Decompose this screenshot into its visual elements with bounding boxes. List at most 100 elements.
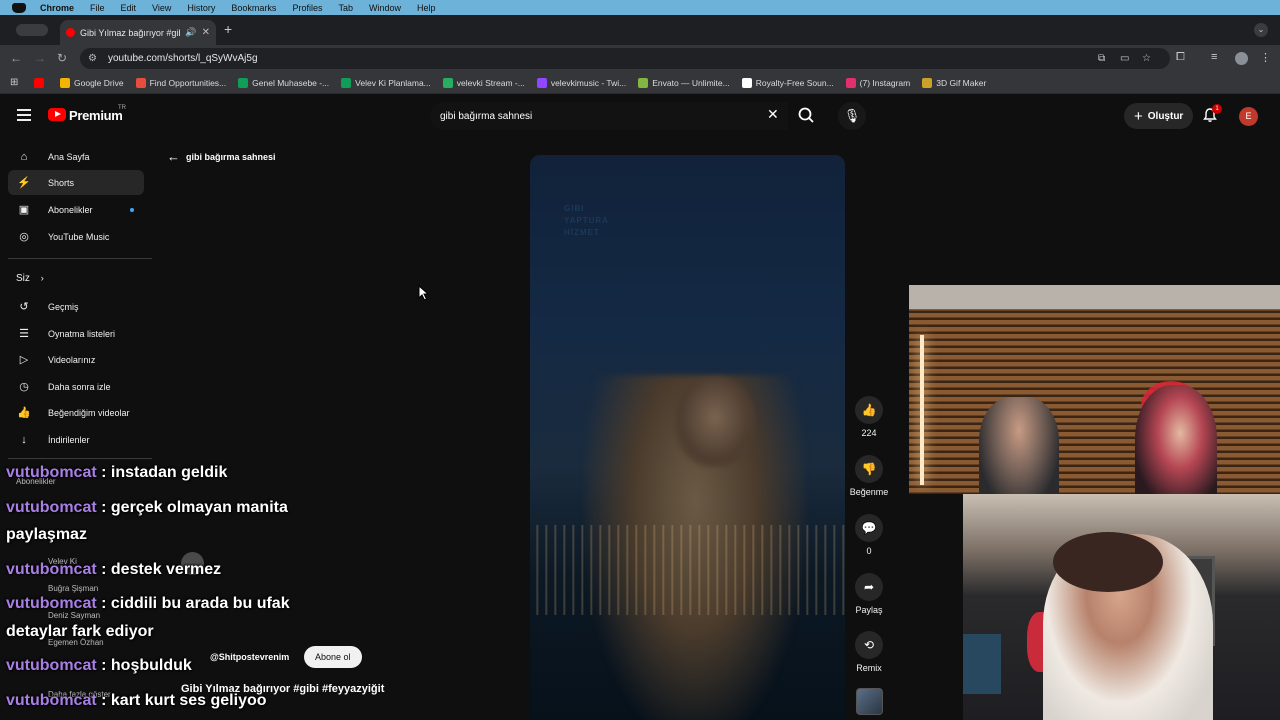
cast-icon[interactable]: ▭	[1120, 48, 1129, 69]
comments-button[interactable]: 💬 0	[849, 514, 889, 556]
thumbs-down-icon: 👎	[855, 455, 883, 483]
sidebar-item-label: Shorts	[48, 177, 75, 188]
menu-edit[interactable]: Edit	[121, 3, 137, 13]
menu-tab[interactable]: Tab	[338, 3, 353, 13]
region-code: TR	[118, 105, 126, 111]
hamburger-menu-icon[interactable]	[17, 109, 31, 121]
clear-search-icon[interactable]: ✕	[767, 106, 779, 123]
create-label: Oluştur	[1147, 110, 1184, 122]
search-input[interactable]: gibi bağırma sahnesi	[430, 102, 788, 130]
menu-help[interactable]: Help	[417, 3, 436, 13]
browser-tab-active[interactable]: Gibi Yılmaz bağırıyor #gibi 🔊 ✕	[60, 20, 216, 45]
create-button[interactable]: + Oluştur	[1124, 103, 1194, 129]
chat-text: : gerçek olmayan manita	[96, 499, 288, 516]
bookmark-icon	[922, 77, 933, 88]
bookmark-item[interactable]: Velev Ki Planlama...	[341, 77, 431, 88]
youtube-header: Premium TR gibi bağırma sahnesi ✕ 🎙 + Ol…	[0, 94, 1280, 138]
chat-text: : ciddili bu arada bu ufak	[96, 595, 290, 612]
chat-text: : hoşbulduk	[96, 657, 192, 674]
bookmark-item[interactable]: Google Drive	[60, 77, 124, 88]
bookmark-item[interactable]: Envato — Unlimite...	[638, 77, 730, 88]
chat-message: vutubomcat : gerçek olmayan manita	[6, 499, 288, 517]
sidebar-section-you[interactable]: Siz ›	[16, 273, 44, 284]
watch-later-icon: ◷	[19, 380, 29, 393]
shorts-video-player[interactable]: GIBI YAPTURA HİZMET	[530, 155, 845, 720]
channel-name[interactable]: @Shitpostevrenim	[210, 652, 289, 662]
forward-icon[interactable]: →	[34, 51, 46, 65]
menu-view[interactable]: View	[152, 3, 171, 13]
webcam-person-hair	[1053, 532, 1163, 592]
sidebar-item-home[interactable]: ⌂ Ana Sayfa	[8, 144, 144, 169]
tab-list-chevron-icon[interactable]: ⌄	[1254, 23, 1268, 37]
reading-list-icon[interactable]: ≡	[1211, 51, 1217, 63]
bookmark-star-icon[interactable]: ☆	[1142, 48, 1151, 69]
menu-file[interactable]: File	[90, 3, 105, 13]
account-avatar[interactable]: E	[1239, 107, 1258, 126]
menu-history[interactable]: History	[187, 3, 215, 13]
sound-thumbnail[interactable]	[856, 688, 883, 715]
extensions-icon[interactable]: ⧠	[1176, 51, 1185, 64]
back-arrow-icon[interactable]: ←	[167, 149, 180, 164]
address-bar[interactable]: ⚙ youtube.com/shorts/l_qSyWvAj5g ⧉ ▭ ☆	[80, 48, 1170, 69]
youtube-favicon-icon	[66, 28, 75, 37]
bookmark-item[interactable]: velevkimusic - Twi...	[536, 77, 626, 88]
youtube-brand[interactable]: Premium	[69, 108, 123, 123]
bookmark-youtube[interactable]	[34, 77, 48, 88]
chat-message: vutubomcat : hoşbulduk	[6, 657, 192, 675]
search-button[interactable]	[792, 102, 822, 130]
bookmark-item[interactable]: (7) Instagram	[845, 77, 910, 88]
bookmark-label: Velev Ki Planlama...	[355, 77, 431, 88]
voice-search-button[interactable]: 🎙	[838, 102, 866, 130]
bookmark-item[interactable]: Genel Muhasebe -...	[238, 77, 329, 88]
sidebar-item-history[interactable]: ↺ Geçmiş	[8, 294, 144, 319]
sidebar-subscription-item[interactable]: Buğra Şişman	[48, 584, 98, 593]
bookmark-item[interactable]: Royalty-Free Soun...	[741, 77, 834, 88]
bookmark-icon	[845, 77, 856, 88]
sidebar-item-shorts[interactable]: ⚡ Shorts	[8, 170, 144, 195]
menu-chrome[interactable]: Chrome	[40, 3, 74, 13]
new-tab-icon[interactable]: +	[224, 21, 232, 37]
apple-menu-icon[interactable]	[12, 2, 26, 13]
sidebar-item-liked-videos[interactable]: 👍 Beğendiğim videolar	[8, 400, 144, 425]
sidebar-item-label: Abonelikler	[48, 204, 93, 215]
speaker-icon[interactable]: 🔊	[185, 27, 196, 38]
youtube-logo-icon[interactable]	[48, 108, 66, 121]
like-count: 224	[861, 428, 877, 438]
chat-text: : instadan geldik	[96, 464, 228, 481]
like-button[interactable]: 👍 224	[849, 396, 889, 438]
dislike-button[interactable]: 👎 Beğenme	[849, 455, 889, 497]
webcam-ceiling	[909, 285, 1280, 309]
share-button[interactable]: ➦ Paylaş	[849, 573, 889, 615]
bookmark-icon	[442, 77, 453, 88]
subscribe-button[interactable]: Abone ol	[304, 646, 362, 668]
sidebar-item-watch-later[interactable]: ◷ Daha sonra izle	[8, 374, 144, 399]
sidebar-item-youtube-music[interactable]: ◎ YouTube Music	[8, 224, 144, 249]
reload-icon[interactable]: ↻	[57, 51, 67, 65]
browser-profile-avatar[interactable]	[1235, 52, 1248, 65]
close-tab-icon[interactable]: ✕	[202, 27, 210, 38]
menu-bookmarks[interactable]: Bookmarks	[231, 3, 276, 13]
back-icon[interactable]: ←	[10, 51, 22, 65]
bookmark-item[interactable]: 3D Gif Maker	[922, 77, 986, 88]
chat-message: vutubomcat : instadan geldik	[6, 464, 227, 482]
sidebar-item-playlists[interactable]: ☰ Oynatma listeleri	[8, 321, 144, 346]
sidebar-item-label: YouTube Music	[48, 231, 110, 242]
bookmark-item[interactable]: Find Opportunities...	[135, 77, 226, 88]
download-icon: ↓	[21, 433, 27, 446]
bookmark-item[interactable]: velevki Stream -...	[442, 77, 525, 88]
menu-window[interactable]: Window	[369, 3, 401, 13]
sidebar-item-subscriptions[interactable]: ▣ Abonelikler	[8, 197, 144, 222]
menu-profiles[interactable]: Profiles	[292, 3, 322, 13]
bookmark-icon	[741, 77, 752, 88]
sidebar-item-your-videos[interactable]: ▷ Videolarınız	[8, 347, 144, 372]
tab-search-icon[interactable]	[16, 24, 48, 36]
bookmark-label: Envato — Unlimite...	[652, 77, 730, 88]
apps-grid-icon[interactable]: ⊞	[10, 77, 24, 88]
site-info-icon[interactable]: ⚙	[88, 53, 100, 65]
browser-menu-icon[interactable]: ⋮	[1260, 51, 1271, 64]
remix-button[interactable]: ⟲ Remix	[849, 631, 889, 673]
browser-toolbar: ← → ↻ ⚙ youtube.com/shorts/l_qSyWvAj5g ⧉…	[0, 45, 1280, 72]
translate-icon[interactable]: ⧉	[1098, 48, 1105, 69]
sidebar-item-downloads[interactable]: ↓ İndirilenler	[8, 427, 144, 452]
chat-message: detaylar fark ediyor	[6, 623, 154, 641]
